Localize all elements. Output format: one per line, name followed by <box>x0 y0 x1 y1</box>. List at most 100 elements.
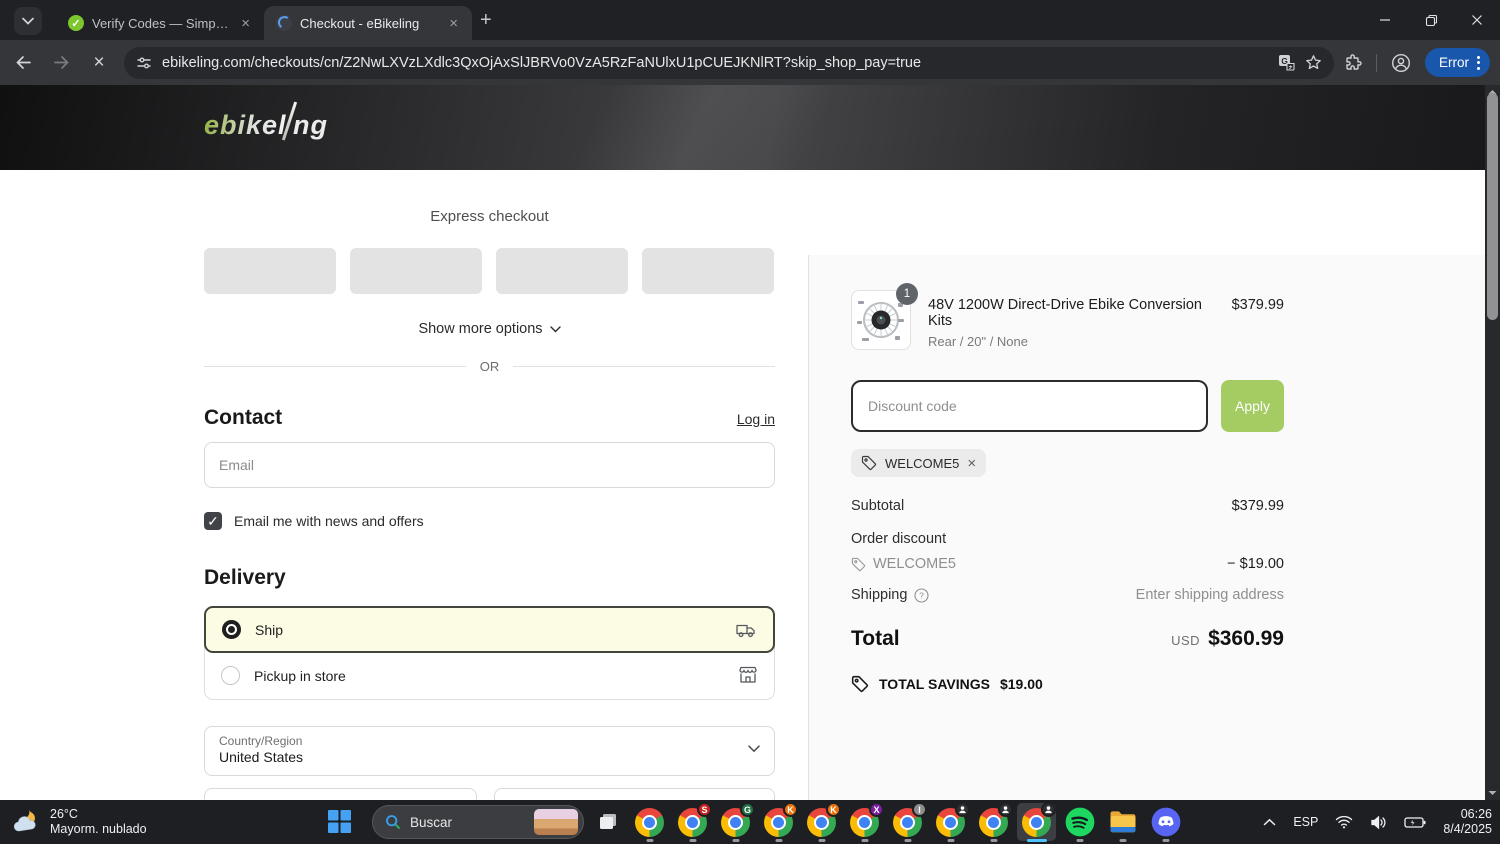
browser-tab-strip: ✓ Verify Codes — SimplyCodes × Checkout … <box>0 0 1500 40</box>
radio-selected-icon <box>222 620 241 639</box>
close-window-button[interactable] <box>1454 0 1500 40</box>
ebikeling-logo[interactable]: ebikel ng <box>204 101 328 141</box>
radio-unselected-icon <box>221 666 240 685</box>
tray-chevron-up-icon[interactable] <box>1263 818 1276 826</box>
search-highlight-image[interactable] <box>534 809 578 835</box>
back-button[interactable] <box>8 48 38 78</box>
tab-title: Checkout - eBikeling <box>300 15 420 31</box>
forward-button[interactable] <box>46 48 76 78</box>
tab-simplycodes[interactable]: ✓ Verify Codes — SimplyCodes × <box>56 6 264 40</box>
discount-code-input[interactable] <box>851 380 1208 432</box>
country-region-select[interactable]: Country/Region United States <box>204 726 775 776</box>
quantity-badge: 1 <box>896 283 918 305</box>
start-button[interactable] <box>327 809 352 834</box>
site-controls-icon[interactable] <box>136 55 152 71</box>
taskbar-app-chrome-S[interactable]: S <box>671 800 714 844</box>
scroll-down-arrow[interactable] <box>1485 786 1500 800</box>
taskbar-app-spotify[interactable] <box>1058 800 1101 844</box>
taskbar-app-chrome-X[interactable]: X <box>843 800 886 844</box>
volume-icon[interactable] <box>1370 815 1387 830</box>
running-indicator <box>861 839 868 842</box>
taskbar-app-chrome-I[interactable]: I <box>886 800 929 844</box>
newsletter-label: Email me with news and offers <box>234 513 424 529</box>
shipping-value: Enter shipping address <box>1135 587 1284 603</box>
taskbar-app-chrome-avatar[interactable] <box>929 800 972 844</box>
first-name-field[interactable] <box>204 788 477 800</box>
show-more-options-link[interactable]: Show more options <box>204 321 775 337</box>
last-name-field[interactable] <box>494 788 775 800</box>
remove-discount-icon[interactable]: × <box>967 455 976 472</box>
address-bar[interactable]: ebikeling.com/checkouts/cn/Z2NwLXVzLXdlc… <box>124 46 1334 79</box>
weather-widget[interactable]: 26°C Mayorm. nublado <box>0 807 147 837</box>
email-field[interactable] <box>204 442 775 488</box>
profile-avatar-badge <box>955 802 970 817</box>
discount-amount: − $19.00 <box>1227 556 1284 572</box>
profile-letter-badge: I <box>912 802 927 817</box>
delivery-option-ship[interactable]: Ship <box>204 606 775 653</box>
express-button-skeleton[interactable] <box>204 248 336 294</box>
taskbar-app-chrome-avatar[interactable] <box>1015 800 1058 844</box>
tab-checkout-ebikeling[interactable]: Checkout - eBikeling × <box>264 6 472 40</box>
express-button-skeleton[interactable] <box>496 248 628 294</box>
shipping-row: Shipping ? Enter shipping address <box>851 587 1284 603</box>
profile-avatar-badge <box>1041 802 1056 817</box>
login-link[interactable]: Log in <box>737 411 775 427</box>
taskbar-app-folder[interactable] <box>1101 800 1144 844</box>
battery-charging-icon[interactable] <box>1404 816 1426 829</box>
clock-widget[interactable]: 06:26 8/4/2025 <box>1443 807 1492 837</box>
tab-title: Verify Codes — SimplyCodes <box>92 15 229 31</box>
extensions-puzzle-icon[interactable] <box>1344 53 1362 72</box>
total-savings-row: TOTAL SAVINGS $19.00 <box>851 675 1284 693</box>
running-indicator <box>990 839 997 842</box>
new-tab-button[interactable]: + <box>480 9 492 32</box>
search-icon <box>385 814 401 830</box>
apply-discount-button[interactable]: Apply <box>1221 380 1284 432</box>
language-indicator[interactable]: ESP <box>1293 815 1318 829</box>
currency-code: USD <box>1171 633 1201 648</box>
shipping-label: Shipping <box>851 587 908 603</box>
task-view-button[interactable] <box>598 812 619 832</box>
close-tab-icon[interactable]: × <box>445 14 462 33</box>
menu-kebab-icon[interactable] <box>1477 55 1480 70</box>
stop-loading-button[interactable]: × <box>84 48 114 78</box>
running-indicator <box>947 839 954 842</box>
running-indicator <box>904 839 911 842</box>
help-circle-icon[interactable]: ? <box>914 587 929 603</box>
profile-avatar-icon[interactable] <box>1391 53 1411 73</box>
checkout-page: ebikel ng Express checkout Show more opt… <box>0 85 1485 800</box>
taskbar-search[interactable]: Buscar <box>372 805 584 839</box>
chevron-down-icon <box>22 17 34 25</box>
taskbar-app-chrome[interactable] <box>628 800 671 844</box>
minimize-button[interactable] <box>1362 0 1408 40</box>
taskbar-app-chrome-K[interactable]: K <box>757 800 800 844</box>
taskbar-app-chrome-G[interactable]: G <box>714 800 757 844</box>
profile-letter-badge: S <box>697 802 712 817</box>
bookmark-star-icon[interactable] <box>1305 54 1322 71</box>
tab-search-button[interactable] <box>14 7 42 35</box>
weather-desc: Mayorm. nublado <box>50 822 147 836</box>
express-button-skeleton[interactable] <box>350 248 482 294</box>
taskbar-app-chrome-avatar[interactable] <box>972 800 1015 844</box>
weather-icon <box>10 807 42 837</box>
spotify-icon <box>1065 807 1094 837</box>
total-amount: $360.99 <box>1208 627 1284 650</box>
translate-icon[interactable]: G <box>1278 54 1295 71</box>
newsletter-checkbox[interactable]: ✓ <box>204 512 222 530</box>
taskbar-app-discord[interactable] <box>1144 800 1187 844</box>
scrollbar-thumb[interactable] <box>1487 93 1498 320</box>
taskbar-app-chrome-K[interactable]: K <box>800 800 843 844</box>
wifi-icon[interactable] <box>1335 815 1353 829</box>
express-button-skeleton[interactable] <box>642 248 774 294</box>
svg-text:?: ? <box>920 590 925 600</box>
applied-discount-chip[interactable]: WELCOME5 × <box>851 449 987 477</box>
page-scrollbar[interactable] <box>1485 85 1500 800</box>
express-buttons-loading <box>204 248 775 294</box>
delivery-option-pickup[interactable]: Pickup in store <box>205 652 774 699</box>
profile-error-button[interactable]: Error <box>1425 48 1490 77</box>
restore-button[interactable] <box>1408 0 1454 40</box>
running-indicator <box>1119 839 1126 842</box>
total-row: Total USD $360.99 <box>851 627 1284 651</box>
contact-heading: Contact <box>204 406 283 429</box>
close-tab-icon[interactable]: × <box>237 14 254 33</box>
express-checkout-title: Express checkout <box>430 208 549 225</box>
